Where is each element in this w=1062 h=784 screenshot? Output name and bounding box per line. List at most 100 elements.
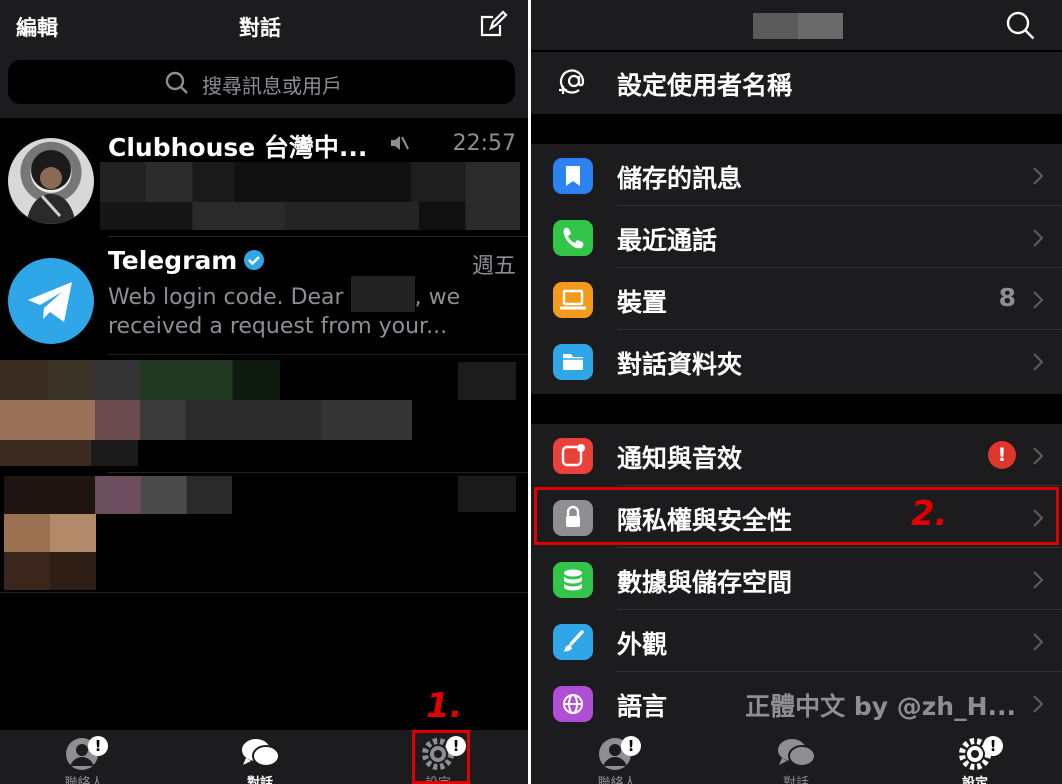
tab-label: 對話	[782, 776, 809, 784]
chat-row-blurred[interactable]	[0, 474, 528, 592]
search-icon[interactable]	[1005, 10, 1037, 42]
chat-name: Clubhouse 台灣中...	[108, 133, 368, 162]
divider	[108, 236, 528, 237]
message-text: Web login code. Dear	[108, 285, 351, 310]
settings-item-appearance[interactable]: 外觀	[531, 610, 1062, 672]
chevron-right-icon	[1032, 290, 1044, 310]
compose-icon[interactable]	[478, 10, 508, 40]
blurred-preview	[0, 400, 412, 440]
blurred-preview	[458, 476, 516, 512]
brush-icon	[553, 624, 593, 660]
set-username-label: 設定使用者名稱	[617, 71, 793, 100]
chevron-right-icon	[1032, 694, 1044, 714]
search-input[interactable]: 搜尋訊息或用戶	[8, 60, 515, 104]
tab-settings[interactable]: ! 設定	[915, 730, 1035, 784]
notification-badge: !	[88, 736, 108, 756]
search-icon	[164, 70, 190, 96]
telegram-logo-icon	[8, 258, 94, 344]
blurred-avatar	[4, 552, 96, 590]
redacted-profile-name	[753, 13, 843, 39]
notification-icon	[553, 438, 593, 474]
tab-label: 設定	[961, 776, 988, 784]
chat-row-blurred[interactable]	[0, 358, 528, 472]
chevron-right-icon	[1032, 446, 1044, 466]
device-count: 8	[998, 283, 1016, 312]
blurred-avatar	[0, 360, 280, 400]
chevron-right-icon	[1032, 166, 1044, 186]
chat-list-screen: 編輯 對話 搜尋訊息或用戶 Clubhouse 台灣中... 22:57 Tel…	[0, 0, 528, 784]
highlight-privacy-row	[534, 487, 1059, 545]
chat-time: 22:57	[452, 131, 516, 156]
tab-chats[interactable]: 對話	[736, 730, 856, 784]
alert-badge: !	[988, 441, 1016, 469]
divider	[108, 354, 528, 355]
notification-badge: !	[621, 736, 641, 756]
message-preview-line: received a request from your...	[108, 314, 448, 339]
settings-item-label: 外觀	[617, 630, 668, 659]
at-sign-icon	[555, 66, 589, 100]
bookmark-icon	[553, 158, 593, 194]
search-placeholder: 搜尋訊息或用戶	[202, 74, 342, 98]
language-value: 正體中文 by @zh_H...	[745, 692, 1016, 721]
highlight-settings-tab	[412, 730, 470, 784]
divider	[0, 592, 528, 593]
tab-chats[interactable]: 對話	[200, 730, 320, 784]
chat-time: 週五	[471, 254, 516, 279]
mute-icon	[388, 132, 410, 154]
blurred-avatar	[4, 476, 232, 514]
settings-item-label: 通知與音效	[617, 444, 743, 473]
redacted-block	[350, 276, 415, 312]
settings-item-label: 對話資料夾	[617, 350, 743, 379]
divider	[108, 472, 528, 473]
chevron-right-icon	[1032, 228, 1044, 248]
settings-header	[531, 0, 1062, 50]
settings-screen: 設定使用者名稱 儲存的訊息 最近通話 裝置 8 對話資料夾 通知與音效 ! 隱私…	[531, 0, 1062, 784]
annotation-step-2: 2.	[911, 494, 948, 534]
blurred-preview	[100, 202, 520, 230]
settings-item-label: 裝置	[617, 288, 668, 317]
blurred-preview	[100, 162, 520, 202]
tab-contacts[interactable]: ! 聯絡人	[557, 730, 677, 784]
settings-group-1: 儲存的訊息 最近通話 裝置 8 對話資料夾	[531, 144, 1062, 394]
settings-item-label: 儲存的訊息	[617, 164, 743, 193]
page-title: 對話	[239, 16, 281, 40]
folder-icon	[553, 344, 593, 380]
blurred-preview	[0, 440, 138, 466]
message-text: , we	[414, 285, 461, 310]
blurred-avatar	[4, 514, 96, 552]
annotation-step-1: 1.	[426, 686, 463, 726]
settings-item-label: 最近通話	[617, 226, 718, 255]
chat-list-header: 編輯 對話	[0, 0, 528, 50]
chat-row-telegram[interactable]: Telegram 週五 Web login code. Dear , we re…	[0, 238, 528, 354]
notification-badge: !	[983, 736, 1003, 756]
settings-group-2: 通知與音效 ! 隱私權與安全性 數據與儲存空間 外觀 語言 正體中文 by @z…	[531, 424, 1062, 730]
settings-item-chat-folders[interactable]: 對話資料夾	[531, 330, 1062, 392]
settings-item-saved-messages[interactable]: 儲存的訊息	[531, 144, 1062, 206]
chat-bubbles-icon	[776, 736, 816, 770]
chevron-right-icon	[1032, 352, 1044, 372]
search-bar-container: 搜尋訊息或用戶	[0, 50, 528, 118]
tab-label: 聯絡人	[597, 776, 637, 784]
settings-item-label: 語言	[617, 692, 668, 721]
laptop-icon	[553, 282, 593, 318]
chat-name: Telegram	[108, 246, 238, 275]
tab-bar: ! 聯絡人 對話 ! 設定	[531, 730, 1062, 784]
tab-label: 聯絡人	[64, 776, 104, 784]
chevron-right-icon	[1032, 570, 1044, 590]
settings-item-devices[interactable]: 裝置 8	[531, 268, 1062, 330]
tab-contacts[interactable]: ! 聯絡人	[24, 730, 144, 784]
set-username-row[interactable]: 設定使用者名稱	[531, 52, 1062, 114]
settings-item-language[interactable]: 語言 正體中文 by @zh_H...	[531, 672, 1062, 734]
settings-item-label: 數據與儲存空間	[617, 568, 793, 597]
blurred-preview	[458, 362, 516, 400]
settings-item-recent-calls[interactable]: 最近通話	[531, 206, 1062, 268]
globe-icon	[553, 686, 593, 722]
chat-row-clubhouse[interactable]: Clubhouse 台灣中... 22:57	[0, 122, 528, 236]
tab-label: 對話	[246, 776, 273, 784]
settings-item-data-storage[interactable]: 數據與儲存空間	[531, 548, 1062, 610]
phone-icon	[553, 220, 593, 256]
database-icon	[553, 562, 593, 598]
verified-icon	[243, 249, 265, 271]
settings-item-notifications[interactable]: 通知與音效 !	[531, 424, 1062, 486]
message-preview-line: Web login code. Dear , we	[108, 276, 461, 312]
